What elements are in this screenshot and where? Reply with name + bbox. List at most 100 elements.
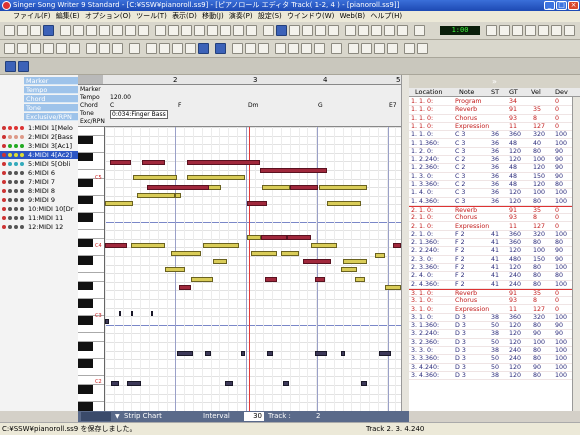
lane-tone[interactable]: Tone — [24, 104, 78, 112]
track-toggle-icon[interactable] — [14, 198, 18, 202]
track-toggle-icon[interactable] — [20, 144, 24, 148]
note-block[interactable] — [110, 160, 131, 165]
toolbar-button-icon[interactable] — [138, 25, 149, 36]
piano-key[interactable] — [78, 127, 104, 136]
toolbar-button-icon[interactable] — [414, 25, 425, 36]
strip-chart-label[interactable]: Strip Chart — [124, 411, 162, 422]
track-toggle-icon[interactable] — [8, 144, 12, 148]
lane-marker[interactable]: Marker — [24, 77, 78, 85]
toolbar-button-icon[interactable] — [302, 25, 313, 36]
note-block[interactable] — [385, 285, 401, 290]
note-block[interactable] — [375, 253, 385, 258]
track-item[interactable]: 8:MIDI 8 — [0, 187, 78, 195]
track-toggle-icon[interactable] — [14, 180, 18, 184]
edit-tool-icon[interactable] — [159, 43, 170, 54]
chord-e7[interactable]: E7 — [389, 102, 397, 109]
menu-window[interactable]: ウインドウ(W) — [287, 12, 334, 20]
lane-chord[interactable]: Chord — [24, 95, 78, 103]
note-block[interactable] — [281, 251, 299, 256]
edit-tool-icon[interactable] — [245, 43, 256, 54]
track-toggle-icon[interactable] — [8, 180, 12, 184]
note-block[interactable] — [315, 277, 325, 282]
maximize-button[interactable]: □ — [556, 1, 567, 10]
toolbar-button-icon[interactable] — [276, 25, 287, 36]
piano-key[interactable] — [78, 265, 104, 274]
menu-play[interactable]: 演奏(P) — [229, 12, 253, 20]
piano-key[interactable] — [78, 325, 104, 334]
menu-tools[interactable]: ツール(T) — [136, 12, 167, 20]
toolbar-button-icon[interactable] — [194, 25, 205, 36]
edit-tool-icon[interactable] — [258, 43, 269, 54]
track-toggle-icon[interactable] — [20, 207, 24, 211]
note-block[interactable] — [205, 351, 211, 356]
note-block[interactable] — [241, 351, 245, 356]
track-toggle-icon[interactable] — [2, 153, 6, 157]
note-block[interactable] — [177, 351, 193, 356]
track-toggle-icon[interactable] — [8, 126, 12, 130]
toolbar-button-icon[interactable] — [112, 25, 123, 36]
col-dev[interactable]: Dev — [555, 88, 568, 97]
view-icon[interactable] — [5, 61, 16, 72]
piano-key[interactable] — [78, 161, 104, 170]
transport-button-icon[interactable] — [564, 25, 575, 36]
track-item[interactable]: 10:MIDI 10[Dr — [0, 205, 78, 213]
note-block[interactable] — [355, 277, 365, 282]
edit-tool-icon[interactable] — [17, 43, 28, 54]
track-toggle-icon[interactable] — [14, 135, 18, 139]
col-vel[interactable]: Vel — [531, 88, 541, 97]
col-gt[interactable]: GT — [509, 88, 518, 97]
edit-tool-icon[interactable] — [331, 43, 342, 54]
event-row[interactable]: 2. 4.360: F 2 41 240 80 100 — [409, 281, 572, 289]
toolbar-button-icon[interactable] — [99, 25, 110, 36]
edit-tool-icon[interactable] — [301, 43, 312, 54]
note-block[interactable] — [341, 351, 345, 356]
track-item[interactable]: 4:MIDI 4[Ac2] — [0, 151, 78, 159]
toolbar-button-icon[interactable] — [246, 25, 257, 36]
edit-tool-icon[interactable] — [30, 43, 41, 54]
note-block[interactable] — [171, 251, 201, 256]
track-item[interactable]: 5:MIDI 5[Obli — [0, 160, 78, 168]
col-note[interactable]: Note — [459, 88, 474, 97]
strip-chart-thumb-icon[interactable] — [81, 412, 111, 421]
toolbar-button-icon[interactable] — [358, 25, 369, 36]
event-row[interactable]: 1. 4.360: C 3 36 120 80 100 — [409, 198, 572, 206]
note-block[interactable] — [251, 251, 277, 256]
note-block[interactable] — [111, 381, 119, 386]
track-toggle-icon[interactable] — [14, 126, 18, 130]
note-block[interactable] — [225, 381, 233, 386]
note-block[interactable] — [187, 175, 245, 180]
track-toggle-icon[interactable] — [14, 162, 18, 166]
piano-key[interactable] — [78, 316, 93, 325]
event-row[interactable]: 1. 2.360: C 2 36 48 120 90 — [409, 164, 572, 173]
piano-key[interactable] — [78, 135, 93, 145]
track-toggle-icon[interactable] — [14, 207, 18, 211]
event-row[interactable]: 3. 1. 0: D 3 38 360 320 100 — [409, 314, 572, 323]
track-toggle-icon[interactable] — [8, 189, 12, 193]
note-block[interactable] — [283, 381, 289, 386]
track-toggle-icon[interactable] — [8, 207, 12, 211]
toolbar-button-icon[interactable] — [60, 25, 71, 36]
track-item[interactable]: 9:MIDI 9 — [0, 196, 78, 204]
event-row[interactable]: 2. 4. 0: F 2 41 240 80 80 — [409, 272, 572, 281]
note-block[interactable] — [290, 185, 318, 190]
toolbar-button-icon[interactable] — [17, 25, 28, 36]
track-toggle-icon[interactable] — [8, 216, 12, 220]
note-block[interactable] — [179, 285, 191, 290]
toolbar-button-icon[interactable] — [397, 25, 408, 36]
note-block[interactable] — [261, 235, 287, 240]
edit-tool-icon[interactable] — [185, 43, 196, 54]
note-block[interactable] — [265, 277, 277, 282]
toolbar-button-icon[interactable] — [371, 25, 382, 36]
toolbar-button-icon[interactable] — [30, 25, 41, 36]
track-item[interactable]: 7:MIDI 7 — [0, 178, 78, 186]
menu-web[interactable]: Web(B) — [340, 12, 366, 20]
track-toggle-icon[interactable] — [2, 171, 6, 175]
event-row[interactable]: 3. 1. 0: Chorus 93 8 0 — [409, 297, 572, 306]
chord-f[interactable]: F — [178, 102, 181, 109]
event-row[interactable]: 2. 3. 0: F 2 41 480 150 90 — [409, 256, 572, 264]
note-block[interactable] — [105, 243, 127, 248]
note-block[interactable] — [311, 243, 337, 248]
note-block[interactable] — [175, 193, 181, 198]
note-block[interactable] — [151, 311, 153, 316]
note-block[interactable] — [105, 201, 133, 206]
